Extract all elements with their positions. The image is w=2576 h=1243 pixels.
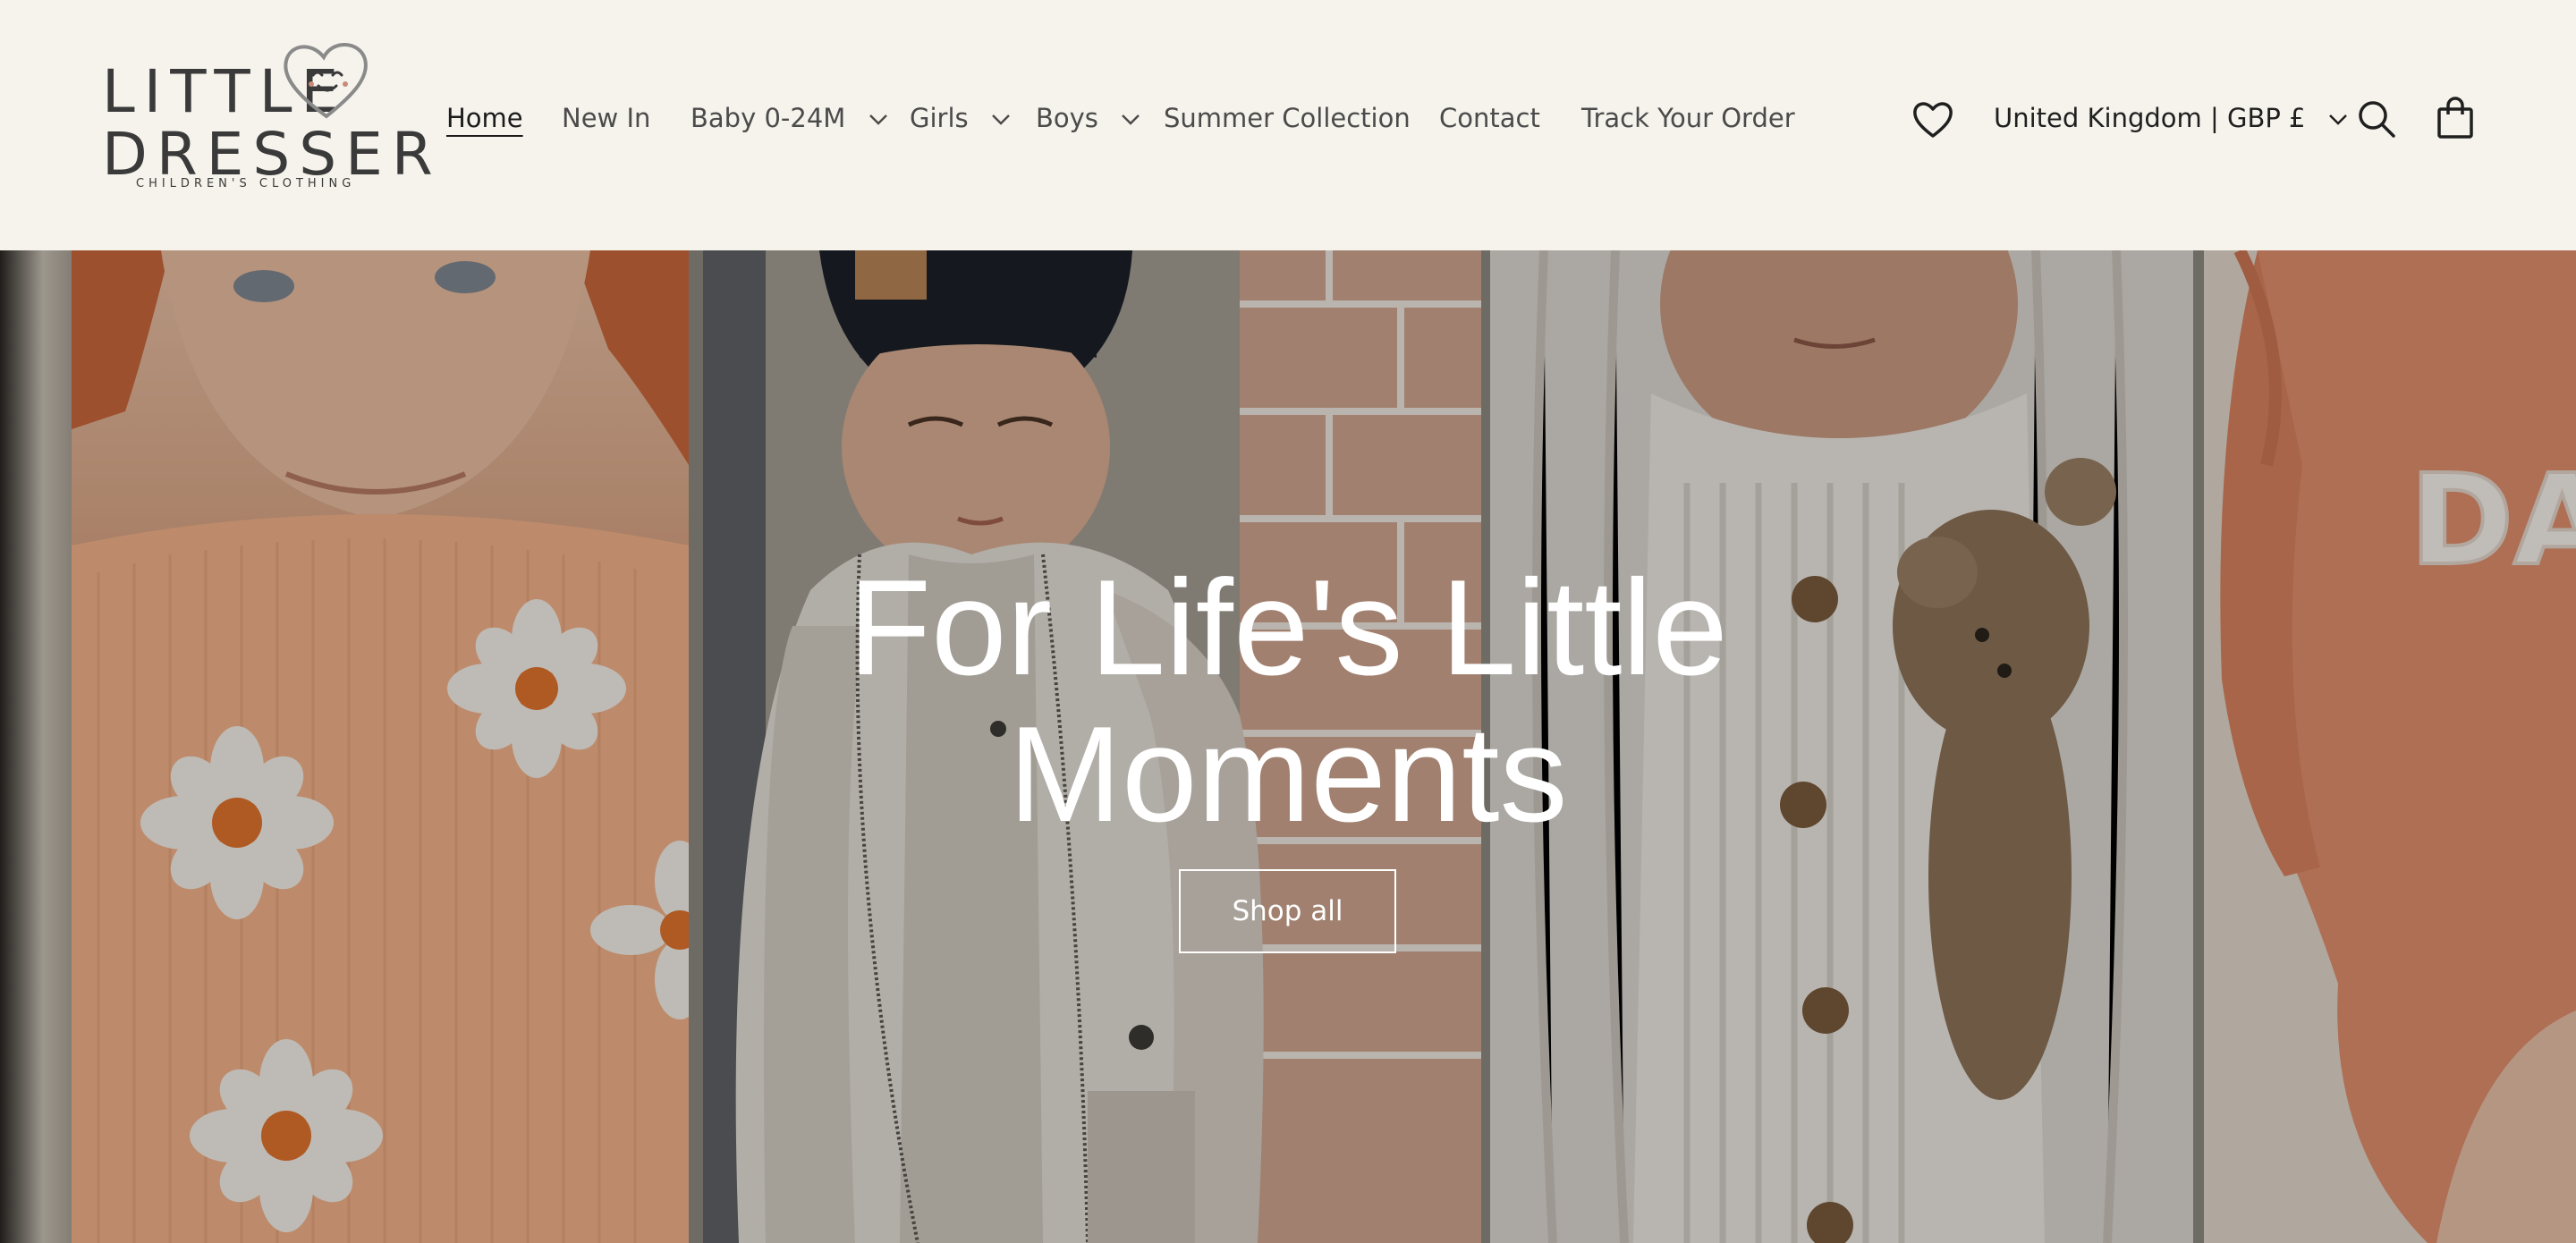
site-header: LITTLE DRESSER CHILDREN'S CLOTHING Home … <box>0 0 2576 250</box>
chevron-down-icon <box>2328 114 2347 125</box>
bag-icon[interactable] <box>2436 97 2474 140</box>
logo-heart-icon <box>284 43 368 119</box>
nav-label: Boys <box>1036 103 1098 133</box>
nav-label: New In <box>562 103 651 133</box>
nav-item-girls[interactable]: Girls <box>910 100 1011 136</box>
nav-item-boys[interactable]: Boys <box>1036 100 1140 136</box>
nav-label: Home <box>446 103 523 133</box>
nav-label: Contact <box>1439 103 1540 133</box>
nav-item-track-order[interactable]: Track Your Order <box>1581 100 1795 136</box>
brand-logo[interactable]: LITTLE DRESSER CHILDREN'S CLOTHING <box>98 36 433 197</box>
hero-banner: DAI GI For Life's Little Moments Shop al… <box>0 250 2576 1243</box>
nav-label: Summer Collection <box>1164 103 1411 133</box>
locale-label: United Kingdom | GBP £ <box>1994 103 2306 133</box>
nav-item-baby[interactable]: Baby 0-24M <box>691 100 888 136</box>
nav-item-summer-collection[interactable]: Summer Collection <box>1164 100 1411 136</box>
hero-title: For Life's Little Moments <box>751 554 1825 848</box>
nav-label: Baby 0-24M <box>691 103 846 133</box>
hero-title-line-2: Moments <box>1008 698 1568 850</box>
nav-item-contact[interactable]: Contact <box>1439 100 1540 136</box>
hero-title-line-1: For Life's Little <box>848 552 1728 704</box>
chevron-down-icon <box>991 114 1010 125</box>
nav-label: Track Your Order <box>1581 103 1795 133</box>
nav-item-home[interactable]: Home <box>446 100 523 136</box>
country-currency-selector[interactable]: United Kingdom | GBP £ <box>1994 100 2348 136</box>
chevron-down-icon <box>869 114 887 125</box>
logo-line-2: DRESSER <box>102 120 442 189</box>
shop-all-button[interactable]: Shop all <box>1179 869 1396 953</box>
chevron-down-icon <box>1122 114 1140 125</box>
logo-tagline: CHILDREN'S CLOTHING <box>136 177 356 190</box>
nav-item-new-in[interactable]: New In <box>562 100 650 136</box>
heart-icon[interactable] <box>1911 100 1954 140</box>
nav-label: Girls <box>910 103 969 133</box>
search-icon[interactable] <box>2357 99 2396 139</box>
